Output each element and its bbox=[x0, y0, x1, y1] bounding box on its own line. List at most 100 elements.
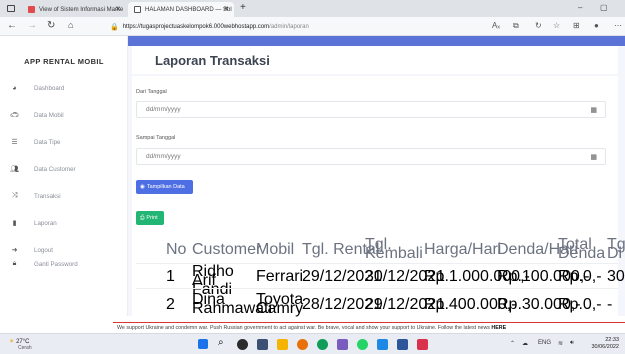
weather-condition: Cerah bbox=[18, 345, 32, 351]
logout-icon: ➜ bbox=[11, 247, 18, 254]
table-header: Customer bbox=[192, 241, 262, 258]
volume-icon[interactable]: 🔊︎ bbox=[570, 340, 574, 347]
browser-tab-2[interactable]: HALAMAN DASHBOARD — Sbl ✕ bbox=[128, 2, 234, 17]
minimize-icon[interactable]: – bbox=[578, 3, 582, 12]
taskbar: ☀ 27°C Cerah ⌕ ⌃ ☁ ENG ≋ 🔊︎ 22:33 30/06/… bbox=[0, 333, 625, 354]
favorites-icon[interactable]: ☆ bbox=[553, 21, 560, 30]
sidebar-item-label: Data Tipe bbox=[34, 138, 61, 146]
sidebar-item-label: Laporan bbox=[34, 219, 57, 227]
forward-icon[interactable]: → bbox=[27, 20, 37, 31]
to-date-label: Sampai Tanggal bbox=[136, 135, 176, 141]
eye-icon: ◉ bbox=[140, 184, 145, 190]
header-stripe bbox=[128, 36, 625, 46]
show-data-button[interactable]: ◉ Tampilkan Data bbox=[136, 180, 193, 194]
refresh-page-icon[interactable]: ↻ bbox=[535, 21, 542, 30]
url-host: https://tugasprojectuaskelompok6.000webh… bbox=[122, 23, 270, 30]
tab-title: HALAMAN DASHBOARD — Sbl bbox=[145, 6, 232, 13]
to-date-placeholder: dd/mm/yyyy bbox=[146, 153, 181, 160]
dashboard-icon: ◕ bbox=[12, 84, 17, 92]
table-cell: Ferrari bbox=[256, 268, 304, 285]
sidebar-item-label: Transaksi bbox=[34, 192, 61, 200]
table-cell: 2 bbox=[166, 296, 175, 313]
table-header: Tgl. Kembali bbox=[365, 236, 423, 262]
list-icon: ☰ bbox=[11, 139, 18, 146]
close-tab-icon[interactable]: ✕ bbox=[223, 5, 229, 13]
extensions-icon[interactable]: ⧉ bbox=[513, 21, 519, 31]
lock-icon: 🔒 bbox=[110, 23, 119, 31]
sidebar-item-dashboard[interactable]: ◕ Dashboard bbox=[10, 81, 126, 95]
cloud-icon[interactable]: ☁ bbox=[522, 340, 528, 347]
page-title: Laporan Transaksi bbox=[155, 53, 270, 68]
car-icon: 🚗︎ bbox=[10, 112, 19, 119]
maximize-icon[interactable]: ▢ bbox=[600, 3, 608, 12]
window-menu-icon[interactable] bbox=[7, 5, 15, 12]
weather-widget[interactable]: ☀ 27°C Cerah bbox=[9, 338, 32, 351]
table-cell: Toyota Camry bbox=[256, 291, 304, 317]
sidebar-item-ganti-password[interactable]: 🔒︎ Ganti Password bbox=[10, 257, 126, 271]
reload-icon[interactable]: ↻ bbox=[47, 20, 55, 31]
app-icon[interactable] bbox=[417, 339, 428, 350]
from-date-input[interactable]: dd/mm/yyyy ▦ bbox=[136, 101, 606, 118]
table-divider bbox=[136, 288, 618, 289]
new-tab-icon[interactable]: + bbox=[240, 2, 246, 13]
language-indicator[interactable]: ENG bbox=[538, 340, 551, 346]
random-icon: ⤨ bbox=[11, 192, 18, 199]
edge-icon[interactable] bbox=[317, 339, 328, 350]
browser-tab-1[interactable]: View of Sistem Informasi Marke ✕ bbox=[22, 2, 126, 17]
sidebar-item-logout[interactable]: ➜ Logout bbox=[10, 243, 126, 257]
close-tab-icon[interactable]: ✕ bbox=[115, 5, 121, 13]
clock-date: 30/06/2022 bbox=[591, 344, 619, 350]
chat-icon[interactable] bbox=[237, 339, 248, 350]
home-icon[interactable]: ⌂ bbox=[68, 20, 73, 30]
ukraine-banner: We support Ukraine and condemn war. Push… bbox=[113, 322, 625, 333]
print-label: Print bbox=[146, 215, 158, 221]
sidebar-item-data-customer[interactable]: 👥︎ Data Customer bbox=[10, 162, 126, 176]
url-field[interactable]: 🔒 https://tugasprojectuaskelompok6.000we… bbox=[110, 20, 470, 33]
sidebar-item-label: Data Mobil bbox=[34, 111, 64, 119]
print-icon: ⎙ bbox=[140, 214, 145, 221]
screen: View of Sistem Informasi Marke ✕ HALAMAN… bbox=[0, 0, 625, 354]
report-card: Dari Tanggal dd/mm/yyyy ▦ Sampai Tanggal… bbox=[132, 76, 625, 317]
whatsapp-icon[interactable] bbox=[357, 339, 368, 350]
read-aloud-icon[interactable]: Aₓ bbox=[492, 21, 500, 30]
main-content: Laporan Transaksi Dari Tanggal dd/mm/yyy… bbox=[128, 36, 625, 317]
wifi-icon[interactable]: ≋ bbox=[558, 340, 563, 347]
sidebar-item-laporan[interactable]: ▮ Laporan bbox=[10, 216, 126, 230]
vscode-icon[interactable] bbox=[337, 339, 348, 350]
banner-text: We support Ukraine and condemn war. Push… bbox=[117, 325, 492, 331]
more-icon[interactable]: ⋯ bbox=[614, 21, 622, 30]
calendar-icon[interactable]: ▦ bbox=[590, 106, 597, 114]
search-icon[interactable]: ⌕ bbox=[218, 337, 229, 348]
sidebar-item-label: Data Customer bbox=[34, 165, 76, 173]
banner-link[interactable]: HERE bbox=[491, 325, 506, 331]
sidebar-item-data-mobil[interactable]: 🚗︎ Data Mobil bbox=[10, 108, 126, 122]
tab-title: View of Sistem Informasi Marke bbox=[39, 6, 124, 13]
sidebar: APP RENTAL MOBIL ◕ Dashboard 🚗︎ Data Mob… bbox=[0, 36, 128, 316]
show-data-label: Tampilkan Data bbox=[146, 184, 185, 190]
sidebar-item-label: Ganti Password bbox=[34, 260, 78, 268]
task-view-icon[interactable] bbox=[257, 339, 268, 350]
table-cell: Rp.0,- bbox=[558, 268, 602, 285]
profile-icon[interactable]: ● bbox=[594, 21, 599, 30]
url-path: /admin/laporan bbox=[269, 23, 309, 30]
collections-icon[interactable]: ⊞ bbox=[573, 21, 580, 30]
store-icon[interactable] bbox=[377, 339, 388, 350]
table-cell: Dina Rahmawati bbox=[192, 291, 273, 317]
sun-icon: ☀ bbox=[9, 339, 15, 345]
site-favicon-icon bbox=[28, 6, 35, 13]
sidebar-item-transaksi[interactable]: ⤨ Transaksi bbox=[10, 189, 126, 203]
clock[interactable]: 22:33 30/06/2022 bbox=[591, 337, 619, 351]
firefox-icon[interactable] bbox=[297, 339, 308, 350]
from-date-placeholder: dd/mm/yyyy bbox=[146, 106, 181, 113]
word-icon[interactable] bbox=[397, 339, 408, 350]
table-cell: Rp.0,- bbox=[558, 296, 602, 313]
start-icon[interactable] bbox=[198, 339, 208, 349]
sidebar-item-data-tipe[interactable]: ☰ Data Tipe bbox=[10, 135, 126, 149]
file-explorer-icon[interactable] bbox=[277, 339, 288, 350]
to-date-input[interactable]: dd/mm/yyyy ▦ bbox=[136, 148, 606, 165]
back-icon[interactable]: ← bbox=[7, 20, 17, 31]
calendar-icon[interactable]: ▦ bbox=[590, 153, 597, 161]
tray-chevron-icon[interactable]: ⌃ bbox=[510, 340, 515, 347]
table-header: No bbox=[166, 241, 187, 258]
print-button[interactable]: ⎙ Print bbox=[136, 211, 164, 225]
